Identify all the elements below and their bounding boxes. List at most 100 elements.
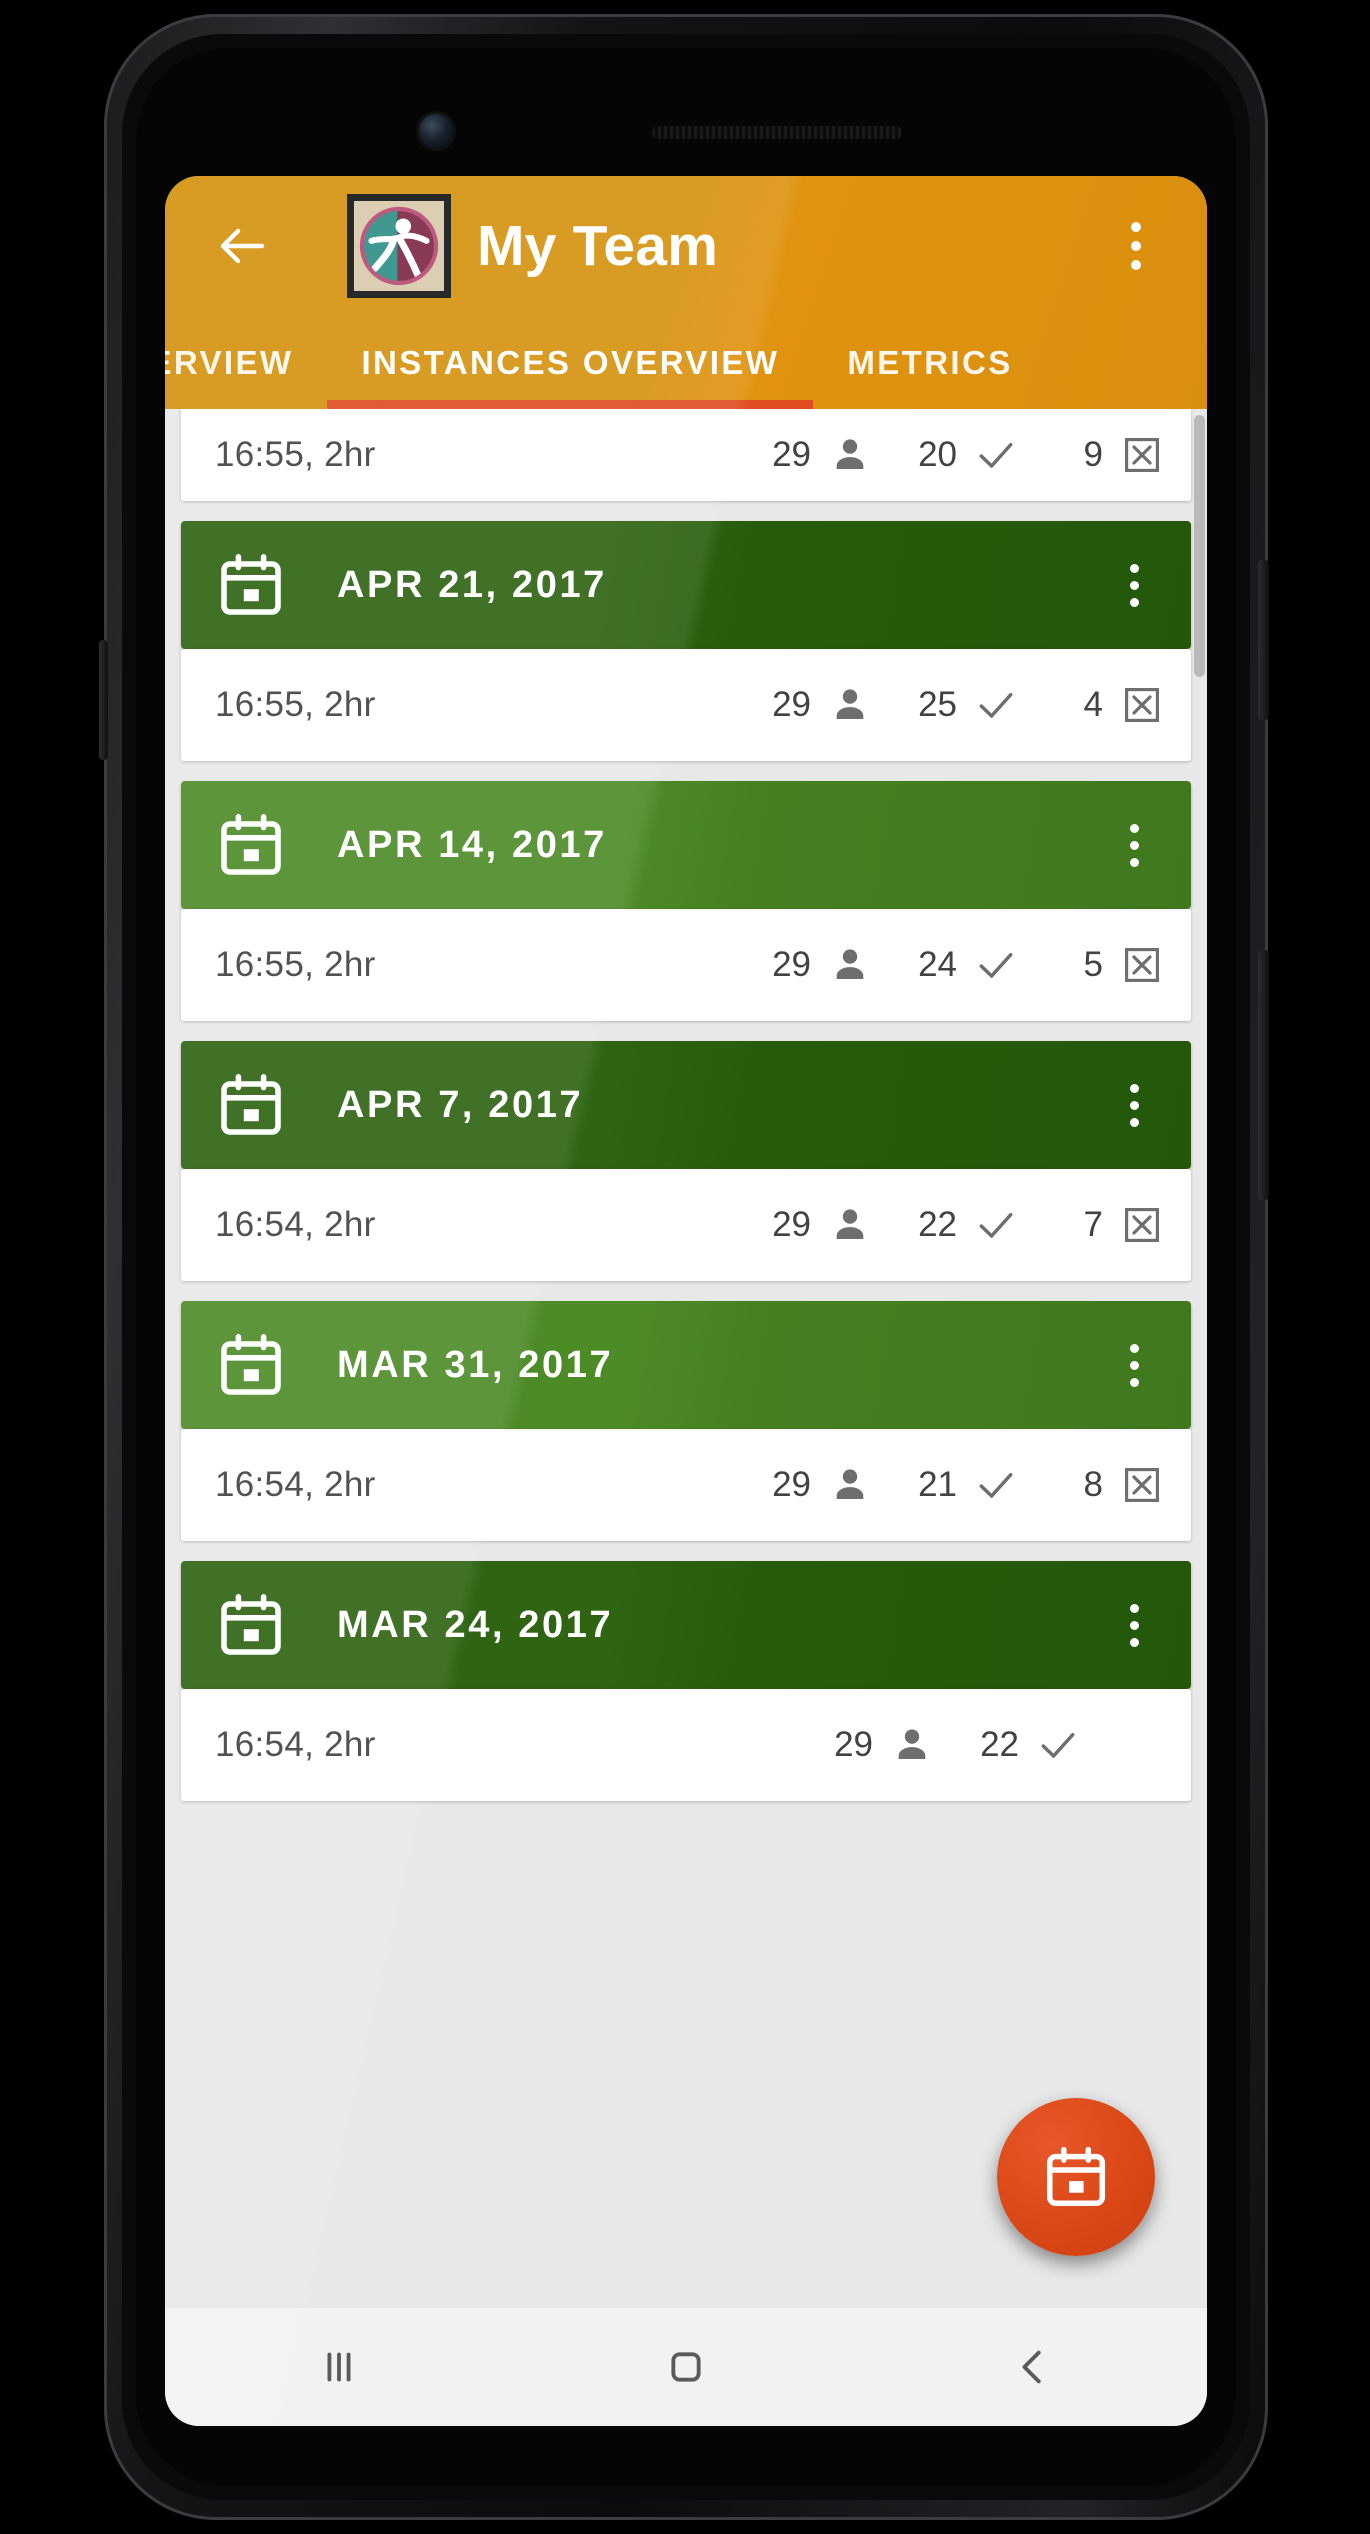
tab-metrics[interactable]: METRICS [813,316,1046,409]
date-header[interactable]: MAR 24, 2017 [181,1561,1191,1689]
overflow-dot [1129,840,1139,850]
power-button[interactable] [1258,950,1269,1200]
cancel-box-icon [1119,682,1165,728]
back-icon[interactable] [973,2308,1093,2426]
person-icon [827,682,873,728]
check-icon [973,942,1019,988]
group-overflow-menu-icon[interactable] [1107,1070,1161,1140]
tab-instances-overview[interactable]: INSTANCES OVERVIEW [327,316,814,409]
stat-absent: 7 [1045,1202,1165,1248]
instance-time: 16:55, 2hr [215,945,376,984]
stat-attended: 20 [899,432,1045,478]
person-icon [827,1202,873,1248]
back-arrow-icon[interactable] [209,213,275,279]
group-overflow-menu-icon[interactable] [1107,810,1161,880]
overflow-dot [1129,1637,1139,1647]
tab-overview[interactable]: OVERVIEW [165,316,327,409]
stat-attended: 24 [899,942,1045,988]
overflow-dot [1129,563,1139,573]
date-header[interactable]: APR 14, 2017 [181,781,1191,909]
instance-stats: 29 24 5 [753,942,1165,988]
instance-group: APR 7, 2017 16:54, 2hr 29 22 7 [181,1041,1191,1281]
date-label: MAR 31, 2017 [337,1343,614,1386]
date-header[interactable]: APR 7, 2017 [181,1041,1191,1169]
instances-list[interactable]: 16:55, 2hr 29 20 9 APR 21, 2017 16:55, 2… [165,409,1207,2247]
stat-attended: 22 [961,1722,1107,1768]
app-viewport: My Team OVERVIEW INSTANCES OVERVIEW METR… [165,176,1207,2426]
calendar-icon [215,1589,287,1661]
overflow-dot [1129,1100,1139,1110]
stat-value-invited: 29 [772,435,811,474]
overflow-dot [1129,1603,1139,1613]
overflow-dot [1129,1343,1139,1353]
check-icon [973,682,1019,728]
date-header[interactable]: APR 21, 2017 [181,521,1191,649]
group-overflow-menu-icon[interactable] [1107,1590,1161,1660]
stat-invited: 29 [753,942,899,988]
date-label: APR 7, 2017 [337,1083,584,1126]
instance-stats: 29 22 [815,1722,1165,1768]
instance-time: 16:55, 2hr [215,435,376,474]
instance-row[interactable]: 16:54, 2hr 29 21 8 [181,1429,1191,1541]
stat-value-attended: 22 [918,1205,957,1244]
overflow-menu-icon[interactable] [1105,209,1167,283]
date-label: APR 14, 2017 [337,823,607,866]
calendar-icon [215,1069,287,1141]
stat-value-attended: 20 [918,435,957,474]
instance-stats: 29 22 [753,1202,1165,1248]
stat-attended: 21 [899,1462,1045,1508]
stat-value-absent: 7 [1083,1205,1103,1244]
tab-label: METRICS [847,343,1013,381]
list-scrollbar[interactable] [1194,415,1205,677]
check-icon [973,1462,1019,1508]
android-nav-bar [165,2308,1207,2426]
instance-group: MAR 31, 2017 16:54, 2hr 29 21 8 [181,1301,1191,1541]
person-icon [827,942,873,988]
instance-row[interactable]: 16:55, 2hr 29 20 9 [181,409,1191,501]
overflow-dot [1129,857,1139,867]
tab-active-indicator [327,400,814,409]
add-instance-fab[interactable] [997,2098,1155,2256]
overflow-dot [1129,1360,1139,1370]
stat-attended: 22 [899,1202,1045,1248]
stat-absent: 9 [1045,432,1165,478]
stat-value-absent: 4 [1083,685,1103,724]
instance-time: 16:54, 2hr [215,1205,376,1244]
instance-group: APR 14, 2017 16:55, 2hr 29 24 5 [181,781,1191,1021]
stat-invited: 29 [753,1462,899,1508]
check-icon [973,432,1019,478]
stat-invited: 29 [753,1202,899,1248]
instance-group: APR 21, 2017 16:55, 2hr 29 25 4 [181,521,1191,761]
page-title: My Team [477,214,719,278]
overflow-dot [1131,241,1141,251]
instance-stats: 29 20 9 [753,432,1165,478]
instance-row[interactable]: 16:55, 2hr 29 25 4 [181,649,1191,761]
stat-value-absent: 5 [1083,945,1103,984]
instance-row[interactable]: 16:54, 2hr 29 22 [181,1689,1191,1801]
date-label: APR 21, 2017 [337,563,607,606]
assistant-button[interactable] [99,640,108,760]
stat-absent: 4 [1045,682,1165,728]
date-header[interactable]: MAR 31, 2017 [181,1301,1191,1429]
overflow-dot [1131,260,1141,270]
stat-invited: 29 [815,1722,961,1768]
group-overflow-menu-icon[interactable] [1107,550,1161,620]
overflow-dot [1129,1117,1139,1127]
instance-row[interactable]: 16:55, 2hr 29 24 5 [181,909,1191,1021]
volume-button[interactable] [1258,560,1269,720]
front-camera-icon [419,114,453,148]
stat-absent: 8 [1045,1462,1165,1508]
group-overflow-menu-icon[interactable] [1107,1330,1161,1400]
stat-value-invited: 29 [772,685,811,724]
stat-value-attended: 21 [918,1465,957,1504]
date-label: MAR 24, 2017 [337,1603,614,1646]
overflow-dot [1129,1377,1139,1387]
app-bar: My Team OVERVIEW INSTANCES OVERVIEW METR… [165,176,1207,409]
home-icon[interactable] [626,2308,746,2426]
instance-time: 16:55, 2hr [215,685,376,724]
overflow-dot [1129,1620,1139,1630]
recent-apps-icon[interactable] [279,2308,399,2426]
stat-attended: 25 [899,682,1045,728]
instance-row[interactable]: 16:54, 2hr 29 22 [181,1169,1191,1281]
stat-value-attended: 25 [918,685,957,724]
